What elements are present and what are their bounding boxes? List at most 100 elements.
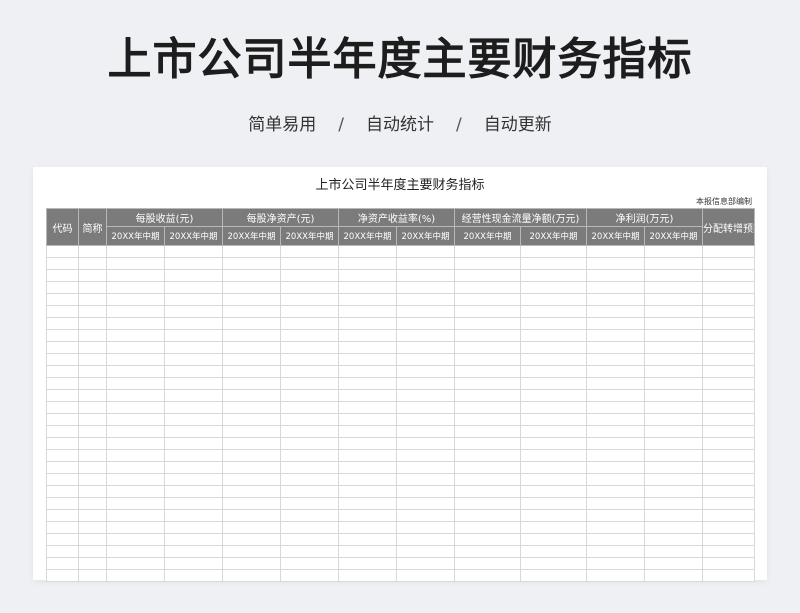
table-cell[interactable]: [280, 257, 339, 270]
table-cell[interactable]: [396, 437, 455, 450]
table-cell[interactable]: [396, 317, 455, 330]
table-cell[interactable]: [106, 557, 165, 570]
table-cell[interactable]: [644, 377, 703, 390]
table-cell[interactable]: [644, 341, 703, 354]
table-cell[interactable]: [280, 329, 339, 342]
table-cell[interactable]: [106, 341, 165, 354]
table-cell[interactable]: [78, 485, 107, 498]
table-cell[interactable]: [280, 365, 339, 378]
table-cell[interactable]: [338, 401, 397, 414]
table-cell[interactable]: [338, 389, 397, 402]
table-cell[interactable]: [106, 353, 165, 366]
table-cell[interactable]: [396, 521, 455, 534]
table-cell[interactable]: [586, 377, 645, 390]
table-cell[interactable]: [280, 497, 339, 510]
table-cell[interactable]: [222, 269, 281, 282]
table-cell[interactable]: [78, 401, 107, 414]
table-cell[interactable]: [222, 521, 281, 534]
table-cell[interactable]: [78, 377, 107, 390]
table-cell[interactable]: [46, 569, 79, 582]
table-cell[interactable]: [106, 545, 165, 558]
table-cell[interactable]: [702, 413, 755, 426]
table-cell[interactable]: [644, 365, 703, 378]
table-cell[interactable]: [396, 497, 455, 510]
table-cell[interactable]: [702, 425, 755, 438]
table-cell[interactable]: [106, 473, 165, 486]
table-cell[interactable]: [454, 437, 521, 450]
table-cell[interactable]: [644, 329, 703, 342]
table-cell[interactable]: [454, 365, 521, 378]
table-cell[interactable]: [454, 473, 521, 486]
table-cell[interactable]: [454, 533, 521, 546]
table-cell[interactable]: [164, 341, 223, 354]
table-cell[interactable]: [454, 377, 521, 390]
table-cell[interactable]: [106, 413, 165, 426]
table-cell[interactable]: [46, 245, 79, 258]
table-cell[interactable]: [222, 485, 281, 498]
column-group-eps[interactable]: 每股收益(元): [106, 208, 223, 227]
column-subheader-period[interactable]: 20XX年中期: [644, 226, 703, 246]
table-cell[interactable]: [338, 269, 397, 282]
table-cell[interactable]: [280, 305, 339, 318]
table-cell[interactable]: [702, 545, 755, 558]
table-cell[interactable]: [702, 257, 755, 270]
table-cell[interactable]: [702, 497, 755, 510]
table-cell[interactable]: [520, 245, 587, 258]
table-cell[interactable]: [46, 353, 79, 366]
table-cell[interactable]: [106, 485, 165, 498]
table-cell[interactable]: [280, 473, 339, 486]
table-cell[interactable]: [106, 245, 165, 258]
table-cell[interactable]: [78, 281, 107, 294]
table-cell[interactable]: [396, 305, 455, 318]
table-cell[interactable]: [454, 425, 521, 438]
table-cell[interactable]: [454, 329, 521, 342]
table-cell[interactable]: [396, 341, 455, 354]
table-cell[interactable]: [106, 449, 165, 462]
table-cell[interactable]: [702, 521, 755, 534]
table-cell[interactable]: [280, 461, 339, 474]
table-cell[interactable]: [280, 449, 339, 462]
table-cell[interactable]: [338, 449, 397, 462]
table-cell[interactable]: [454, 269, 521, 282]
column-subheader-period[interactable]: 20XX年中期: [454, 226, 521, 246]
table-cell[interactable]: [78, 425, 107, 438]
table-cell[interactable]: [46, 533, 79, 546]
table-cell[interactable]: [644, 473, 703, 486]
table-cell[interactable]: [164, 329, 223, 342]
table-cell[interactable]: [644, 449, 703, 462]
table-cell[interactable]: [338, 569, 397, 582]
table-cell[interactable]: [586, 293, 645, 306]
table-cell[interactable]: [46, 269, 79, 282]
table-cell[interactable]: [396, 533, 455, 546]
table-cell[interactable]: [164, 461, 223, 474]
table-cell[interactable]: [702, 293, 755, 306]
table-cell[interactable]: [164, 533, 223, 546]
table-cell[interactable]: [702, 305, 755, 318]
table-cell[interactable]: [702, 473, 755, 486]
table-cell[interactable]: [338, 317, 397, 330]
table-cell[interactable]: [644, 437, 703, 450]
table-cell[interactable]: [338, 425, 397, 438]
table-cell[interactable]: [280, 389, 339, 402]
table-cell[interactable]: [164, 389, 223, 402]
table-cell[interactable]: [46, 281, 79, 294]
table-cell[interactable]: [164, 509, 223, 522]
table-cell[interactable]: [164, 473, 223, 486]
table-cell[interactable]: [338, 413, 397, 426]
column-subheader-period[interactable]: 20XX年中期: [586, 226, 645, 246]
table-cell[interactable]: [280, 341, 339, 354]
table-cell[interactable]: [396, 413, 455, 426]
table-cell[interactable]: [106, 425, 165, 438]
table-cell[interactable]: [586, 437, 645, 450]
table-cell[interactable]: [164, 557, 223, 570]
table-cell[interactable]: [78, 329, 107, 342]
table-cell[interactable]: [644, 353, 703, 366]
table-cell[interactable]: [164, 269, 223, 282]
table-cell[interactable]: [46, 557, 79, 570]
table-cell[interactable]: [164, 497, 223, 510]
table-cell[interactable]: [520, 353, 587, 366]
table-cell[interactable]: [280, 485, 339, 498]
table-cell[interactable]: [280, 437, 339, 450]
table-cell[interactable]: [338, 437, 397, 450]
table-cell[interactable]: [520, 485, 587, 498]
